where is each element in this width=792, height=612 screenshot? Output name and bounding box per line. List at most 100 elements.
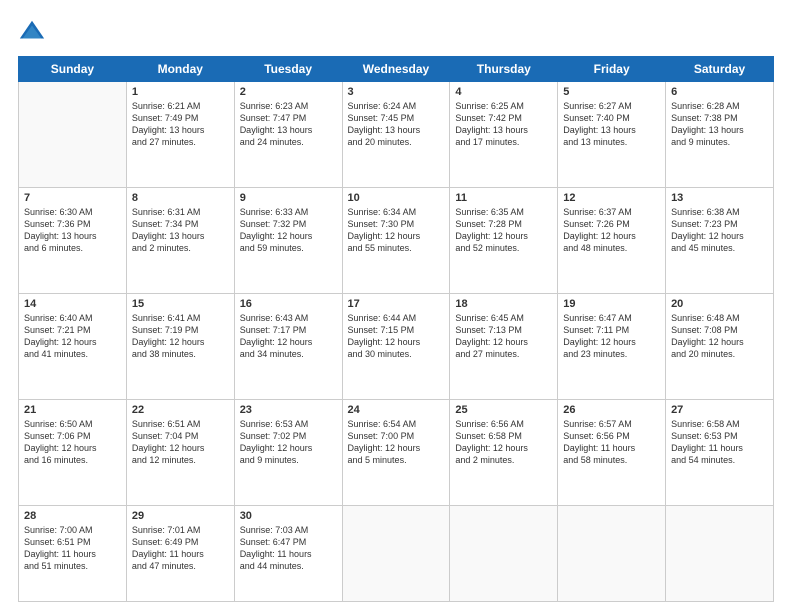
logo-icon: [18, 18, 46, 46]
calendar-cell: 5 Sunrise: 6:27 AM Sunset: 7:40 PM Daylig…: [558, 82, 666, 188]
day-number: 11: [455, 192, 552, 204]
day-number: 29: [132, 510, 229, 522]
calendar-cell: 18 Sunrise: 6:45 AM Sunset: 7:13 PM Dayli…: [450, 293, 558, 399]
cell-content: Sunrise: 6:21 AM Sunset: 7:49 PM Dayligh…: [132, 100, 229, 149]
calendar-cell: 8 Sunrise: 6:31 AM Sunset: 7:34 PM Daylig…: [126, 187, 234, 293]
calendar-cell: 15 Sunrise: 6:41 AM Sunset: 7:19 PM Dayli…: [126, 293, 234, 399]
week-row-5: 28Sunrise: 7:00 AM Sunset: 6:51 PM Dayli…: [19, 505, 774, 601]
cell-content: Sunrise: 6:54 AM Sunset: 7:00 PM Dayligh…: [348, 418, 445, 467]
day-number: 9: [240, 192, 337, 204]
cell-content: Sunrise: 7:00 AM Sunset: 6:51 PM Dayligh…: [24, 524, 121, 573]
day-number: 25: [455, 404, 552, 416]
cell-content: Sunrise: 6:33 AM Sunset: 7:32 PM Dayligh…: [240, 206, 337, 255]
cell-content: Sunrise: 6:57 AM Sunset: 6:56 PM Dayligh…: [563, 418, 660, 467]
cell-content: Sunrise: 7:01 AM Sunset: 6:49 PM Dayligh…: [132, 524, 229, 573]
header-saturday: Saturday: [666, 57, 774, 82]
header-tuesday: Tuesday: [234, 57, 342, 82]
day-number: 7: [24, 192, 121, 204]
calendar-cell: 24 Sunrise: 6:54 AM Sunset: 7:00 PM Dayli…: [342, 399, 450, 505]
week-row-3: 14 Sunrise: 6:40 AM Sunset: 7:21 PM Dayli…: [19, 293, 774, 399]
day-number: 13: [671, 192, 768, 204]
cell-content: Sunrise: 7:03 AM Sunset: 6:47 PM Dayligh…: [240, 524, 337, 573]
calendar-cell: 25 Sunrise: 6:56 AM Sunset: 6:58 PM Dayli…: [450, 399, 558, 505]
week-row-2: 7 Sunrise: 6:30 AM Sunset: 7:36 PM Daylig…: [19, 187, 774, 293]
calendar-cell: 21 Sunrise: 6:50 AM Sunset: 7:06 PM Dayli…: [19, 399, 127, 505]
cell-content: Sunrise: 6:40 AM Sunset: 7:21 PM Dayligh…: [24, 312, 121, 361]
day-number: 18: [455, 298, 552, 310]
calendar-cell: 1 Sunrise: 6:21 AM Sunset: 7:49 PM Daylig…: [126, 82, 234, 188]
calendar-cell: [450, 505, 558, 601]
calendar-cell: 7 Sunrise: 6:30 AM Sunset: 7:36 PM Daylig…: [19, 187, 127, 293]
calendar-cell: [19, 82, 127, 188]
cell-content: Sunrise: 6:24 AM Sunset: 7:45 PM Dayligh…: [348, 100, 445, 149]
header-monday: Monday: [126, 57, 234, 82]
day-number: 17: [348, 298, 445, 310]
cell-content: Sunrise: 6:45 AM Sunset: 7:13 PM Dayligh…: [455, 312, 552, 361]
cell-content: Sunrise: 6:56 AM Sunset: 6:58 PM Dayligh…: [455, 418, 552, 467]
day-number: 3: [348, 86, 445, 98]
day-number: 12: [563, 192, 660, 204]
day-number: 2: [240, 86, 337, 98]
day-number: 24: [348, 404, 445, 416]
day-number: 20: [671, 298, 768, 310]
header-friday: Friday: [558, 57, 666, 82]
cell-content: Sunrise: 6:28 AM Sunset: 7:38 PM Dayligh…: [671, 100, 768, 149]
day-number: 16: [240, 298, 337, 310]
day-number: 19: [563, 298, 660, 310]
calendar-cell: [558, 505, 666, 601]
day-number: 15: [132, 298, 229, 310]
cell-content: Sunrise: 6:31 AM Sunset: 7:34 PM Dayligh…: [132, 206, 229, 255]
day-number: 1: [132, 86, 229, 98]
calendar-cell: 3 Sunrise: 6:24 AM Sunset: 7:45 PM Daylig…: [342, 82, 450, 188]
header-wednesday: Wednesday: [342, 57, 450, 82]
cell-content: Sunrise: 6:53 AM Sunset: 7:02 PM Dayligh…: [240, 418, 337, 467]
calendar-cell: 14 Sunrise: 6:40 AM Sunset: 7:21 PM Dayli…: [19, 293, 127, 399]
calendar-cell: 6 Sunrise: 6:28 AM Sunset: 7:38 PM Daylig…: [666, 82, 774, 188]
cell-content: Sunrise: 6:34 AM Sunset: 7:30 PM Dayligh…: [348, 206, 445, 255]
calendar-page: Sunday Monday Tuesday Wednesday Thursday…: [0, 0, 792, 612]
day-number: 6: [671, 86, 768, 98]
calendar-cell: 26 Sunrise: 6:57 AM Sunset: 6:56 PM Dayli…: [558, 399, 666, 505]
calendar-cell: 29 Sunrise: 7:01 AM Sunset: 6:49 PM Dayli…: [126, 505, 234, 601]
day-number: 30: [240, 510, 337, 522]
cell-content: Sunrise: 6:50 AM Sunset: 7:06 PM Dayligh…: [24, 418, 121, 467]
calendar-cell: 12 Sunrise: 6:37 AM Sunset: 7:26 PM Dayli…: [558, 187, 666, 293]
cell-content: Sunrise: 6:43 AM Sunset: 7:17 PM Dayligh…: [240, 312, 337, 361]
calendar-cell: 13 Sunrise: 6:38 AM Sunset: 7:23 PM Dayli…: [666, 187, 774, 293]
calendar-cell: [666, 505, 774, 601]
calendar-cell: 16 Sunrise: 6:43 AM Sunset: 7:17 PM Dayli…: [234, 293, 342, 399]
day-number: 10: [348, 192, 445, 204]
day-number: 27: [671, 404, 768, 416]
cell-content: Sunrise: 6:47 AM Sunset: 7:11 PM Dayligh…: [563, 312, 660, 361]
calendar-cell: 11 Sunrise: 6:35 AM Sunset: 7:28 PM Dayli…: [450, 187, 558, 293]
calendar-cell: 28Sunrise: 7:00 AM Sunset: 6:51 PM Dayli…: [19, 505, 127, 601]
calendar-cell: 9 Sunrise: 6:33 AM Sunset: 7:32 PM Daylig…: [234, 187, 342, 293]
header-thursday: Thursday: [450, 57, 558, 82]
calendar-cell: 17Sunrise: 6:44 AM Sunset: 7:15 PM Dayli…: [342, 293, 450, 399]
day-number: 21: [24, 404, 121, 416]
cell-content: Sunrise: 6:37 AM Sunset: 7:26 PM Dayligh…: [563, 206, 660, 255]
calendar-cell: 10 Sunrise: 6:34 AM Sunset: 7:30 PM Dayli…: [342, 187, 450, 293]
calendar-cell: 27 Sunrise: 6:58 AM Sunset: 6:53 PM Dayli…: [666, 399, 774, 505]
calendar-cell: 30 Sunrise: 7:03 AM Sunset: 6:47 PM Dayli…: [234, 505, 342, 601]
day-number: 5: [563, 86, 660, 98]
calendar-cell: 19 Sunrise: 6:47 AM Sunset: 7:11 PM Dayli…: [558, 293, 666, 399]
calendar-cell: [342, 505, 450, 601]
day-number: 8: [132, 192, 229, 204]
logo: [18, 18, 50, 46]
calendar-cell: 23 Sunrise: 6:53 AM Sunset: 7:02 PM Dayli…: [234, 399, 342, 505]
cell-content: Sunrise: 6:27 AM Sunset: 7:40 PM Dayligh…: [563, 100, 660, 149]
day-number: 22: [132, 404, 229, 416]
header-sunday: Sunday: [19, 57, 127, 82]
cell-content: Sunrise: 6:38 AM Sunset: 7:23 PM Dayligh…: [671, 206, 768, 255]
cell-content: Sunrise: 6:25 AM Sunset: 7:42 PM Dayligh…: [455, 100, 552, 149]
day-number: 14: [24, 298, 121, 310]
day-number: 4: [455, 86, 552, 98]
calendar-cell: 22Sunrise: 6:51 AM Sunset: 7:04 PM Dayli…: [126, 399, 234, 505]
day-number: 23: [240, 404, 337, 416]
cell-content: Sunrise: 6:30 AM Sunset: 7:36 PM Dayligh…: [24, 206, 121, 255]
cell-content: Sunrise: 6:35 AM Sunset: 7:28 PM Dayligh…: [455, 206, 552, 255]
cell-content: Sunrise: 6:58 AM Sunset: 6:53 PM Dayligh…: [671, 418, 768, 467]
cell-content: Sunrise: 6:41 AM Sunset: 7:19 PM Dayligh…: [132, 312, 229, 361]
day-number: 26: [563, 404, 660, 416]
